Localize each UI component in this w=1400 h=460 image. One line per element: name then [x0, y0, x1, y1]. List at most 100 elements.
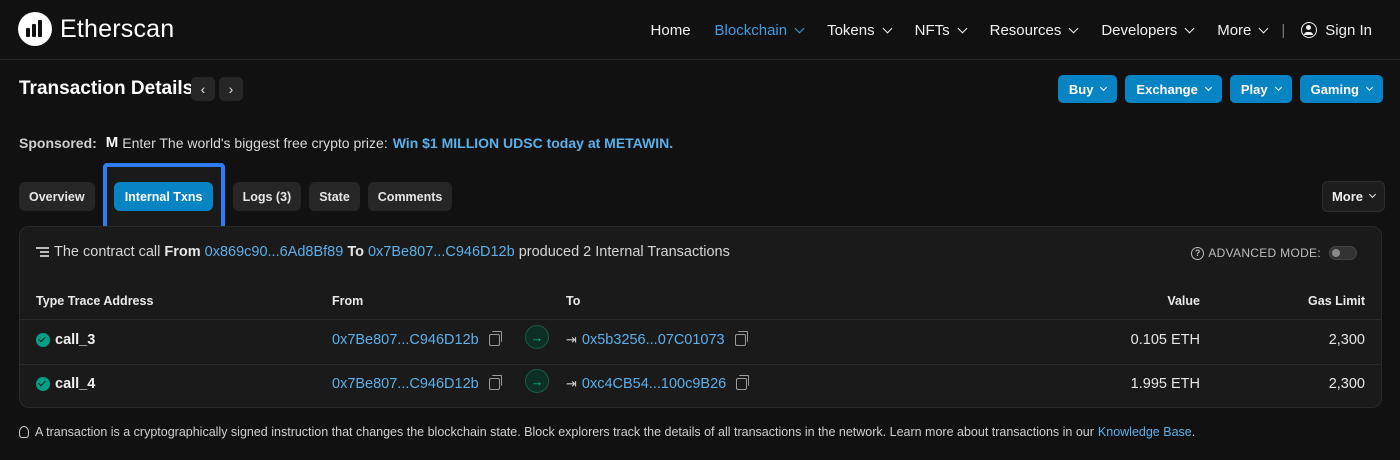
row-to-address[interactable]: 0x5b3256...07C01073: [582, 332, 725, 348]
nav-blockchain-label: Blockchain: [714, 21, 788, 39]
nav-resources-label: Resources: [989, 21, 1062, 39]
knowledge-base-link[interactable]: Knowledge Base: [1098, 425, 1192, 439]
gaming-button[interactable]: Gaming: [1299, 75, 1383, 103]
chevron-down-icon: [1184, 23, 1195, 33]
nav-tokens[interactable]: Tokens: [827, 21, 893, 39]
summary-to-label: To: [347, 244, 364, 260]
row-value: 0.105 ETH: [1130, 332, 1200, 348]
sign-in-link[interactable]: Sign In: [1301, 22, 1372, 39]
chevron-right-icon: ›: [228, 81, 234, 97]
more-tabs-button[interactable]: More: [1321, 181, 1385, 212]
nav-tokens-label: Tokens: [827, 21, 875, 39]
nav-nfts[interactable]: NFTs: [914, 21, 968, 39]
chevron-left-icon: ‹: [200, 81, 206, 97]
copy-icon[interactable]: [734, 331, 748, 346]
exchange-button[interactable]: Exchange: [1125, 75, 1222, 103]
copy-icon[interactable]: [736, 375, 750, 390]
chevron-down-icon: [1368, 190, 1377, 199]
nav-separator: |: [1281, 21, 1286, 39]
header-from: From: [332, 294, 364, 308]
main-nav: Home Blockchain Tokens NFTs Resources De…: [627, 0, 1372, 60]
chevron-down-icon: [1068, 23, 1079, 33]
summary-from-label: From: [164, 244, 201, 260]
user-icon: [1301, 22, 1318, 38]
nav-home-label: Home: [650, 21, 691, 39]
transaction-tabs: Overview Internal Txns Logs (3) State Co…: [19, 163, 460, 230]
prev-transaction-button[interactable]: ‹: [191, 77, 215, 101]
nav-nfts-label: NFTs: [914, 21, 950, 39]
top-action-buttons: Buy Exchange Play Gaming: [1050, 75, 1383, 103]
nav-resources[interactable]: Resources: [989, 21, 1079, 39]
nav-blockchain[interactable]: Blockchain: [714, 21, 805, 39]
arrow-right-icon: →: [525, 325, 549, 349]
tab-state[interactable]: State: [309, 182, 360, 211]
table-row: call_4 0x7Be807...C946D12b → ⇥ 0xc4CB54..…: [20, 364, 1381, 408]
summary-suffix: produced 2 Internal Transactions: [518, 244, 730, 260]
play-button[interactable]: Play: [1229, 75, 1292, 103]
summary-prefix: The contract call: [54, 244, 161, 260]
buy-button[interactable]: Buy: [1057, 75, 1118, 103]
row-value: 1.995 ETH: [1130, 376, 1200, 392]
arrow-right-icon: →: [525, 369, 549, 393]
table-header: Type Trace Address From To Value Gas Lim…: [20, 290, 1381, 320]
sponsored-label: Sponsored:: [19, 134, 97, 151]
row-gas-limit: 2,300: [1328, 332, 1365, 348]
chevron-down-icon: [1204, 83, 1212, 91]
header-to: To: [566, 294, 581, 308]
question-icon[interactable]: ?: [1191, 246, 1205, 260]
row-type: call_4: [55, 376, 96, 392]
next-transaction-button[interactable]: ›: [219, 77, 243, 101]
tab-comments[interactable]: Comments: [367, 182, 453, 211]
chevron-down-icon: [957, 23, 968, 33]
summary-line: The contract call From 0x869c90...6Ad8Bf…: [36, 244, 730, 260]
row-from-address[interactable]: 0x7Be807...C946D12b: [332, 376, 479, 392]
internal-txns-card: The contract call From 0x869c90...6Ad8Bf…: [19, 226, 1382, 408]
sign-in-label: Sign In: [1325, 21, 1372, 39]
list-tree-icon: [36, 246, 50, 258]
row-type: call_3: [55, 332, 96, 348]
nav-more[interactable]: More: [1217, 21, 1269, 39]
metawin-logo-icon: M: [105, 134, 118, 151]
sponsored-link[interactable]: Win $1 MILLION UDSC today at METAWIN.: [393, 135, 673, 151]
sponsored-banner: Sponsored: M Enter The world's biggest f…: [19, 134, 673, 151]
highlight-box: Internal Txns: [102, 163, 225, 230]
nav-developers[interactable]: Developers: [1101, 21, 1195, 39]
advanced-mode-label: ADVANCED MODE:: [1208, 246, 1321, 260]
brand-name: Etherscan: [60, 14, 175, 43]
nav-more-label: More: [1217, 21, 1252, 39]
header-value: Value: [1167, 294, 1200, 308]
chevron-down-icon: [1274, 83, 1282, 91]
success-check-icon: [36, 377, 50, 391]
advanced-mode: ? ADVANCED MODE:: [1191, 246, 1357, 260]
enter-arrow-icon: ⇥: [566, 332, 577, 347]
summary-from-address[interactable]: 0x869c90...6Ad8Bf89: [205, 244, 344, 260]
copy-icon[interactable]: [488, 375, 502, 390]
page-title: Transaction Details: [19, 78, 194, 99]
buy-label: Buy: [1068, 81, 1094, 97]
lightbulb-icon: [19, 426, 29, 438]
advanced-mode-toggle[interactable]: [1329, 246, 1357, 260]
etherscan-logo[interactable]: Etherscan: [18, 12, 174, 46]
footer-text: A transaction is a cryptographically sig…: [35, 425, 1094, 439]
row-gas-limit: 2,300: [1328, 376, 1365, 392]
copy-icon[interactable]: [488, 331, 502, 346]
footer-note: A transaction is a cryptographically sig…: [19, 425, 1195, 439]
row-to-address[interactable]: 0xc4CB54...100c9B26: [582, 376, 726, 392]
tab-logs[interactable]: Logs (3): [232, 182, 302, 211]
summary-to-address[interactable]: 0x7Be807...C946D12b: [368, 244, 515, 260]
nav-developers-label: Developers: [1101, 21, 1178, 39]
nav-home[interactable]: Home: [651, 22, 691, 39]
play-label: Play: [1240, 81, 1268, 97]
header-type: Type Trace Address: [36, 294, 154, 308]
chevron-down-icon: [882, 23, 893, 33]
sponsored-text: Enter The world's biggest free crypto pr…: [122, 134, 388, 151]
more-tabs-label: More: [1331, 189, 1363, 204]
tab-overview[interactable]: Overview: [19, 182, 95, 211]
row-from-address[interactable]: 0x7Be807...C946D12b: [332, 332, 479, 348]
footer-end: .: [1191, 425, 1196, 439]
chevron-down-icon: [1258, 23, 1269, 33]
gaming-label: Gaming: [1310, 81, 1359, 97]
table-row: call_3 0x7Be807...C946D12b → ⇥ 0x5b3256..…: [20, 320, 1381, 364]
tab-internal-txns[interactable]: Internal Txns: [113, 182, 214, 211]
chevron-down-icon: [1100, 83, 1108, 91]
